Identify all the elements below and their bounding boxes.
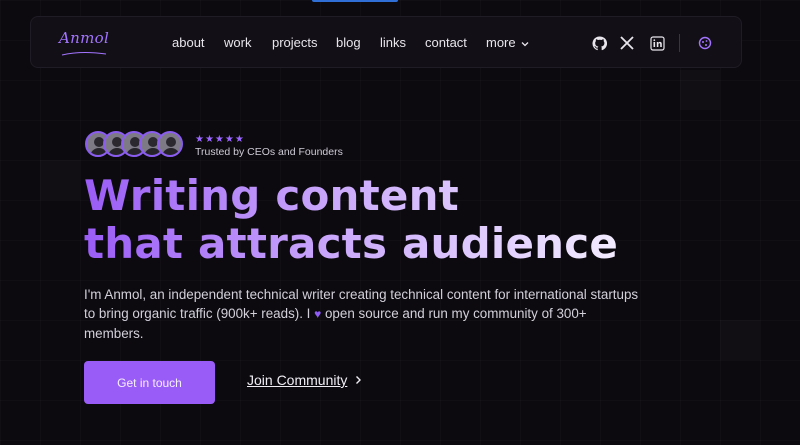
rating-stars: ★★★★★ xyxy=(195,134,245,145)
chevron-down-icon xyxy=(521,41,529,46)
logo-underline xyxy=(61,52,107,56)
chevron-right-icon xyxy=(356,376,362,384)
theme-toggle-icon[interactable] xyxy=(697,35,713,51)
nav-item-more[interactable]: more xyxy=(486,35,529,50)
navbar: Anmol about work projects blog links con… xyxy=(30,16,742,68)
avatar xyxy=(157,131,183,157)
nav-item-contact[interactable]: contact xyxy=(425,35,467,50)
nav-item-work[interactable]: work xyxy=(224,35,251,50)
top-accent-bar xyxy=(312,0,398,2)
join-community-label: Join Community xyxy=(247,372,348,388)
nav-item-blog[interactable]: blog xyxy=(336,35,361,50)
nav-item-about[interactable]: about xyxy=(172,35,205,50)
background-tile xyxy=(40,160,80,200)
headline-line-2: that attracts audience xyxy=(84,219,619,268)
headline-line-1: Writing content xyxy=(84,171,459,220)
trusted-text: Trusted by CEOs and Founders xyxy=(195,146,343,158)
nav-item-more-label: more xyxy=(486,35,516,50)
nav-item-links[interactable]: links xyxy=(380,35,406,50)
background-tile xyxy=(680,70,720,110)
nav-item-projects[interactable]: projects xyxy=(272,35,318,50)
x-twitter-icon[interactable] xyxy=(619,35,635,51)
background-tile xyxy=(720,320,760,360)
github-icon[interactable] xyxy=(591,35,607,51)
nav-divider xyxy=(679,34,680,52)
join-community-link[interactable]: Join Community xyxy=(247,372,362,388)
hero-description: I'm Anmol, an independent technical writ… xyxy=(84,285,644,343)
get-in-touch-button[interactable]: Get in touch xyxy=(84,361,215,404)
linkedin-icon[interactable] xyxy=(649,35,665,51)
hero-headline: Writing content that attracts audience xyxy=(84,172,618,268)
logo[interactable]: Anmol xyxy=(59,29,109,47)
